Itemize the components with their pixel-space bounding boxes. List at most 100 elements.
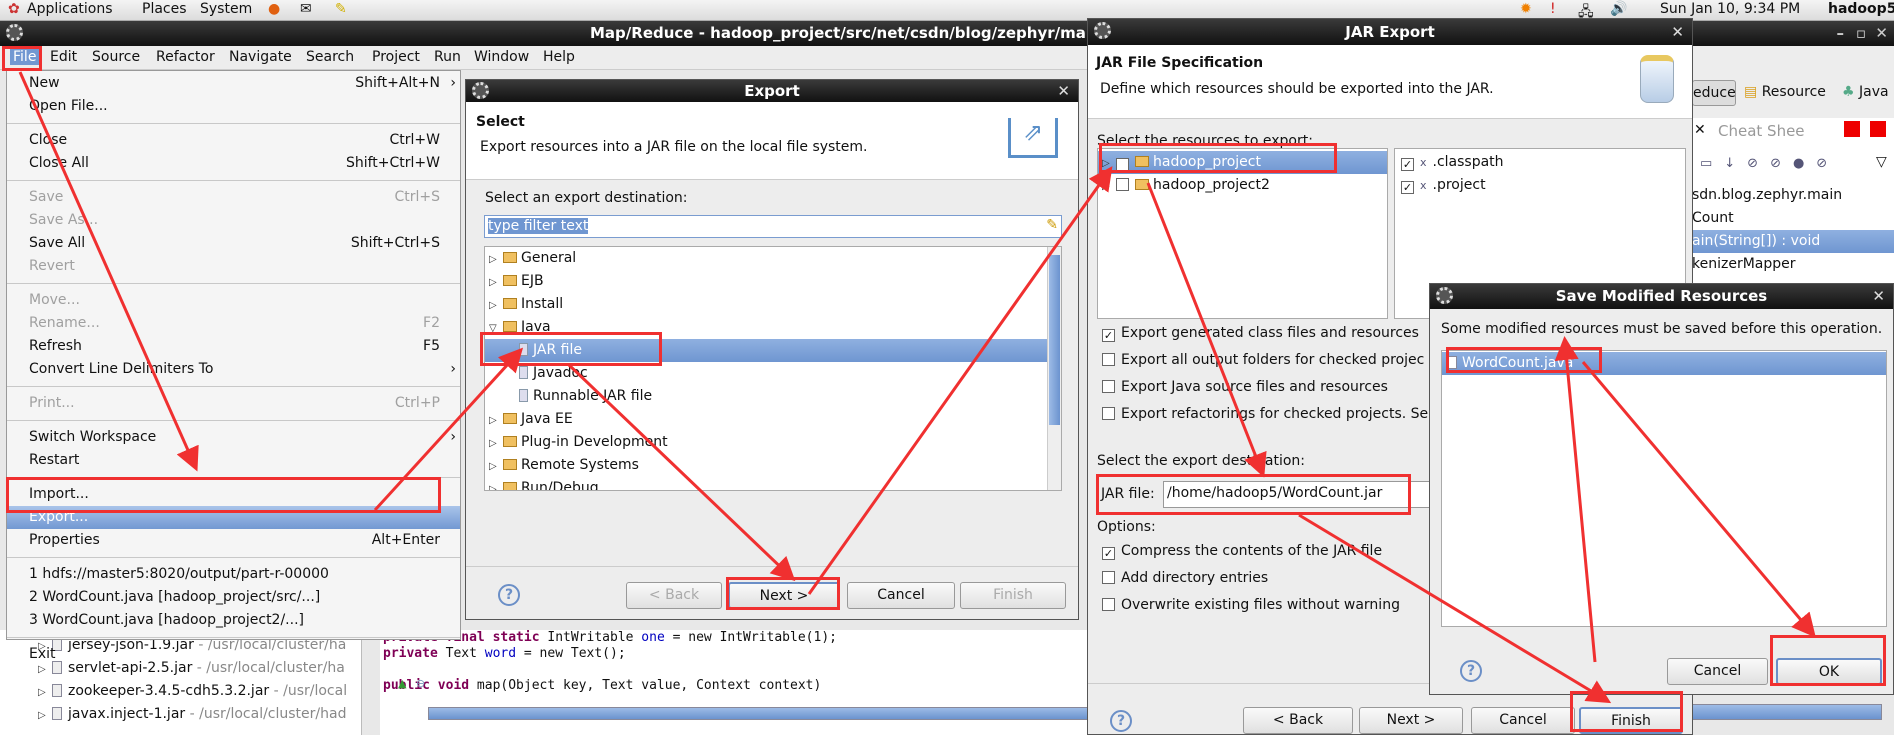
ok-button[interactable]: OK — [1776, 658, 1882, 685]
collapsed-arrow-icon[interactable]: ▷ — [1102, 152, 1116, 175]
option-add-directory-entries[interactable]: Add directory entries — [1102, 570, 1268, 586]
file-checkbox[interactable]: ✓ — [1401, 158, 1414, 171]
menu-project[interactable]: Project — [372, 49, 420, 65]
cancel-button[interactable]: Cancel — [1667, 658, 1768, 685]
outline-item[interactable]: kenizerMapper — [1692, 253, 1894, 276]
outline-item[interactable]: Count — [1692, 207, 1894, 230]
menu-item-save[interactable]: Save Ctrl+S — [7, 186, 460, 209]
outline-toolbar-icons[interactable]: ▭↓⊘⊘●⊘ — [1700, 156, 1839, 171]
menu-file[interactable]: File — [10, 49, 40, 65]
checkbox[interactable] — [1102, 571, 1115, 584]
collapsed-arrow-icon[interactable]: ▷ — [489, 248, 503, 271]
menu-run[interactable]: Run — [434, 49, 461, 65]
checkbox[interactable] — [1102, 598, 1115, 611]
menu-item-1-hdfs-master5-8020-output-part-r-00000[interactable]: 1 hdfs://master5:8020/output/part-r-0000… — [7, 563, 460, 586]
alert-icon[interactable]: ! — [1550, 1, 1556, 17]
collapsed-arrow-icon[interactable]: ▷ — [489, 432, 503, 455]
next-button[interactable]: Next > — [728, 582, 840, 609]
volume-icon[interactable]: 🔊 — [1610, 1, 1627, 17]
back-button[interactable]: < Back — [626, 582, 722, 609]
package-jar-item[interactable]: ▷ javax.inject-1.jar - /usr/local/cluster… — [0, 703, 361, 726]
checkbox[interactable] — [1102, 380, 1115, 393]
menu-navigate[interactable]: Navigate — [229, 49, 292, 65]
editor-horizontal-scrollbar[interactable] — [428, 707, 1092, 720]
close-button[interactable]: ✕ — [1872, 284, 1885, 309]
finish-button[interactable]: Finish — [960, 582, 1066, 609]
update-icon[interactable]: ✹ — [1520, 1, 1532, 17]
perspective-mapreduce[interactable]: educe — [1692, 80, 1736, 106]
menu-item-3-wordcount-java-hadoop-project2[interactable]: 3 WordCount.java [hadoop_project2/...] — [7, 609, 460, 632]
menu-item-2-wordcount-java-hadoop-project-src[interactable]: 2 WordCount.java [hadoop_project/src/...… — [7, 586, 460, 609]
file-checkbox[interactable]: ✓ — [1401, 181, 1414, 194]
scrollbar-thumb[interactable] — [1049, 255, 1060, 425]
menu-item-move[interactable]: Move... — [7, 289, 460, 312]
places-menu[interactable]: Places — [142, 1, 187, 17]
menu-item-properties[interactable]: Properties Alt+Enter — [7, 529, 460, 552]
firefox-icon[interactable]: ● — [268, 1, 280, 17]
tree-item-jar-file[interactable]: JAR file — [485, 339, 1061, 362]
file-project[interactable]: ✓ x .project — [1395, 174, 1685, 197]
mail-icon[interactable]: ✉ — [300, 1, 312, 17]
collapsed-arrow-icon[interactable]: ▷ — [489, 455, 503, 478]
collapsed-arrow-icon[interactable]: ▷ — [1102, 175, 1116, 198]
outline-item[interactable]: ain(String[]) : void — [1692, 230, 1894, 253]
perspective-java[interactable]: ♣ Java — [1842, 84, 1889, 100]
menu-item-refresh[interactable]: Refresh F5 — [7, 335, 460, 358]
project-hadoop-project[interactable]: ▷ ✓ hadoop_project — [1098, 151, 1387, 174]
close-button[interactable]: ✕ — [1057, 80, 1070, 102]
collapsed-arrow-icon[interactable]: ▷ — [38, 704, 52, 727]
cancel-button[interactable]: Cancel — [1471, 707, 1575, 734]
menu-item-revert[interactable]: Revert — [7, 255, 460, 278]
outline-item[interactable]: sdn.blog.zephyr.main — [1692, 184, 1894, 207]
menu-item-restart[interactable]: Restart — [7, 449, 460, 472]
right-horizontal-scrollbar[interactable] — [1692, 704, 1882, 720]
window-close-button[interactable]: ✕ — [1875, 21, 1888, 45]
collapsed-arrow-icon[interactable]: ▷ — [489, 294, 503, 317]
tree-item-install[interactable]: ▷ Install — [485, 293, 1061, 316]
cheat-sheet-tab[interactable]: Cheat Shee — [1718, 122, 1805, 140]
collapse-icon[interactable]: ⊖ — [416, 677, 425, 690]
project-checkbox[interactable] — [1116, 178, 1129, 191]
option-overwrite-existing-files[interactable]: Overwrite existing files without warning — [1102, 597, 1400, 613]
package-jar-item[interactable]: ▷ zookeeper-3.4.5-cdh5.3.2.jar - /usr/loc… — [0, 680, 361, 703]
collapsed-arrow-icon[interactable]: ▷ — [38, 681, 52, 704]
project-checkbox[interactable]: ✓ — [1116, 158, 1129, 171]
menu-item-convert-line-delimiters-to[interactable]: Convert Line Delimiters To › — [7, 358, 460, 381]
menu-edit[interactable]: Edit — [50, 49, 77, 65]
clock[interactable]: Sun Jan 10, 9:34 PM — [1660, 1, 1800, 17]
menu-item-open-file[interactable]: Open File... — [7, 95, 460, 118]
option-export-generated-class[interactable]: ✓ Export generated class files and resour… — [1102, 325, 1419, 342]
option-compress-the-contents[interactable]: ✓ Compress the contents of the JAR file — [1102, 543, 1382, 560]
menu-refactor[interactable]: Refactor — [156, 49, 215, 65]
clear-filter-icon[interactable]: ✎ — [1046, 217, 1058, 233]
filter-input[interactable]: type filter text ✎ — [484, 215, 1062, 238]
menu-item-close-all[interactable]: Close All Shift+Ctrl+W — [7, 152, 460, 175]
close-tab-icon[interactable]: ✕ — [1694, 122, 1706, 138]
modified-resource-item[interactable]: WordCount.java — [1442, 352, 1886, 375]
user-name[interactable]: hadoop5 — [1828, 1, 1894, 17]
menu-item-switch-workspace[interactable]: Switch Workspace › — [7, 426, 460, 449]
notes-icon[interactable]: ✎ — [335, 1, 347, 17]
close-button[interactable]: ✕ — [1671, 19, 1684, 45]
cancel-button[interactable]: Cancel — [847, 582, 955, 609]
maximize-button[interactable]: ▫ — [1856, 21, 1866, 45]
menu-item-close[interactable]: Close Ctrl+W — [7, 129, 460, 152]
expanded-arrow-icon[interactable]: ▽ — [489, 317, 503, 340]
menu-source[interactable]: Source — [92, 49, 140, 65]
view-menu-icon[interactable]: ▽ — [1876, 154, 1887, 170]
help-icon[interactable]: ? — [1460, 660, 1482, 682]
collapsed-arrow-icon[interactable]: ▷ — [489, 271, 503, 294]
menu-window[interactable]: Window — [474, 49, 529, 65]
perspective-resource[interactable]: ▤ Resource — [1744, 84, 1826, 100]
project-hadoop-project2[interactable]: ▷ hadoop_project2 — [1098, 174, 1387, 197]
menu-item-import[interactable]: Import... — [7, 483, 460, 506]
tree-vertical-scrollbar[interactable] — [1047, 247, 1061, 490]
back-button[interactable]: < Back — [1243, 707, 1353, 734]
jar-file-input[interactable]: /home/hadoop5/WordCount.jar — [1163, 481, 1463, 508]
minimize-button[interactable]: – — [1837, 21, 1845, 45]
menu-item-exit[interactable]: Exit — [7, 643, 460, 666]
checkbox[interactable] — [1102, 353, 1115, 366]
help-icon[interactable]: ? — [1110, 710, 1132, 732]
system-menu[interactable]: System — [200, 1, 252, 17]
menu-item-export[interactable]: Export... — [7, 506, 460, 529]
